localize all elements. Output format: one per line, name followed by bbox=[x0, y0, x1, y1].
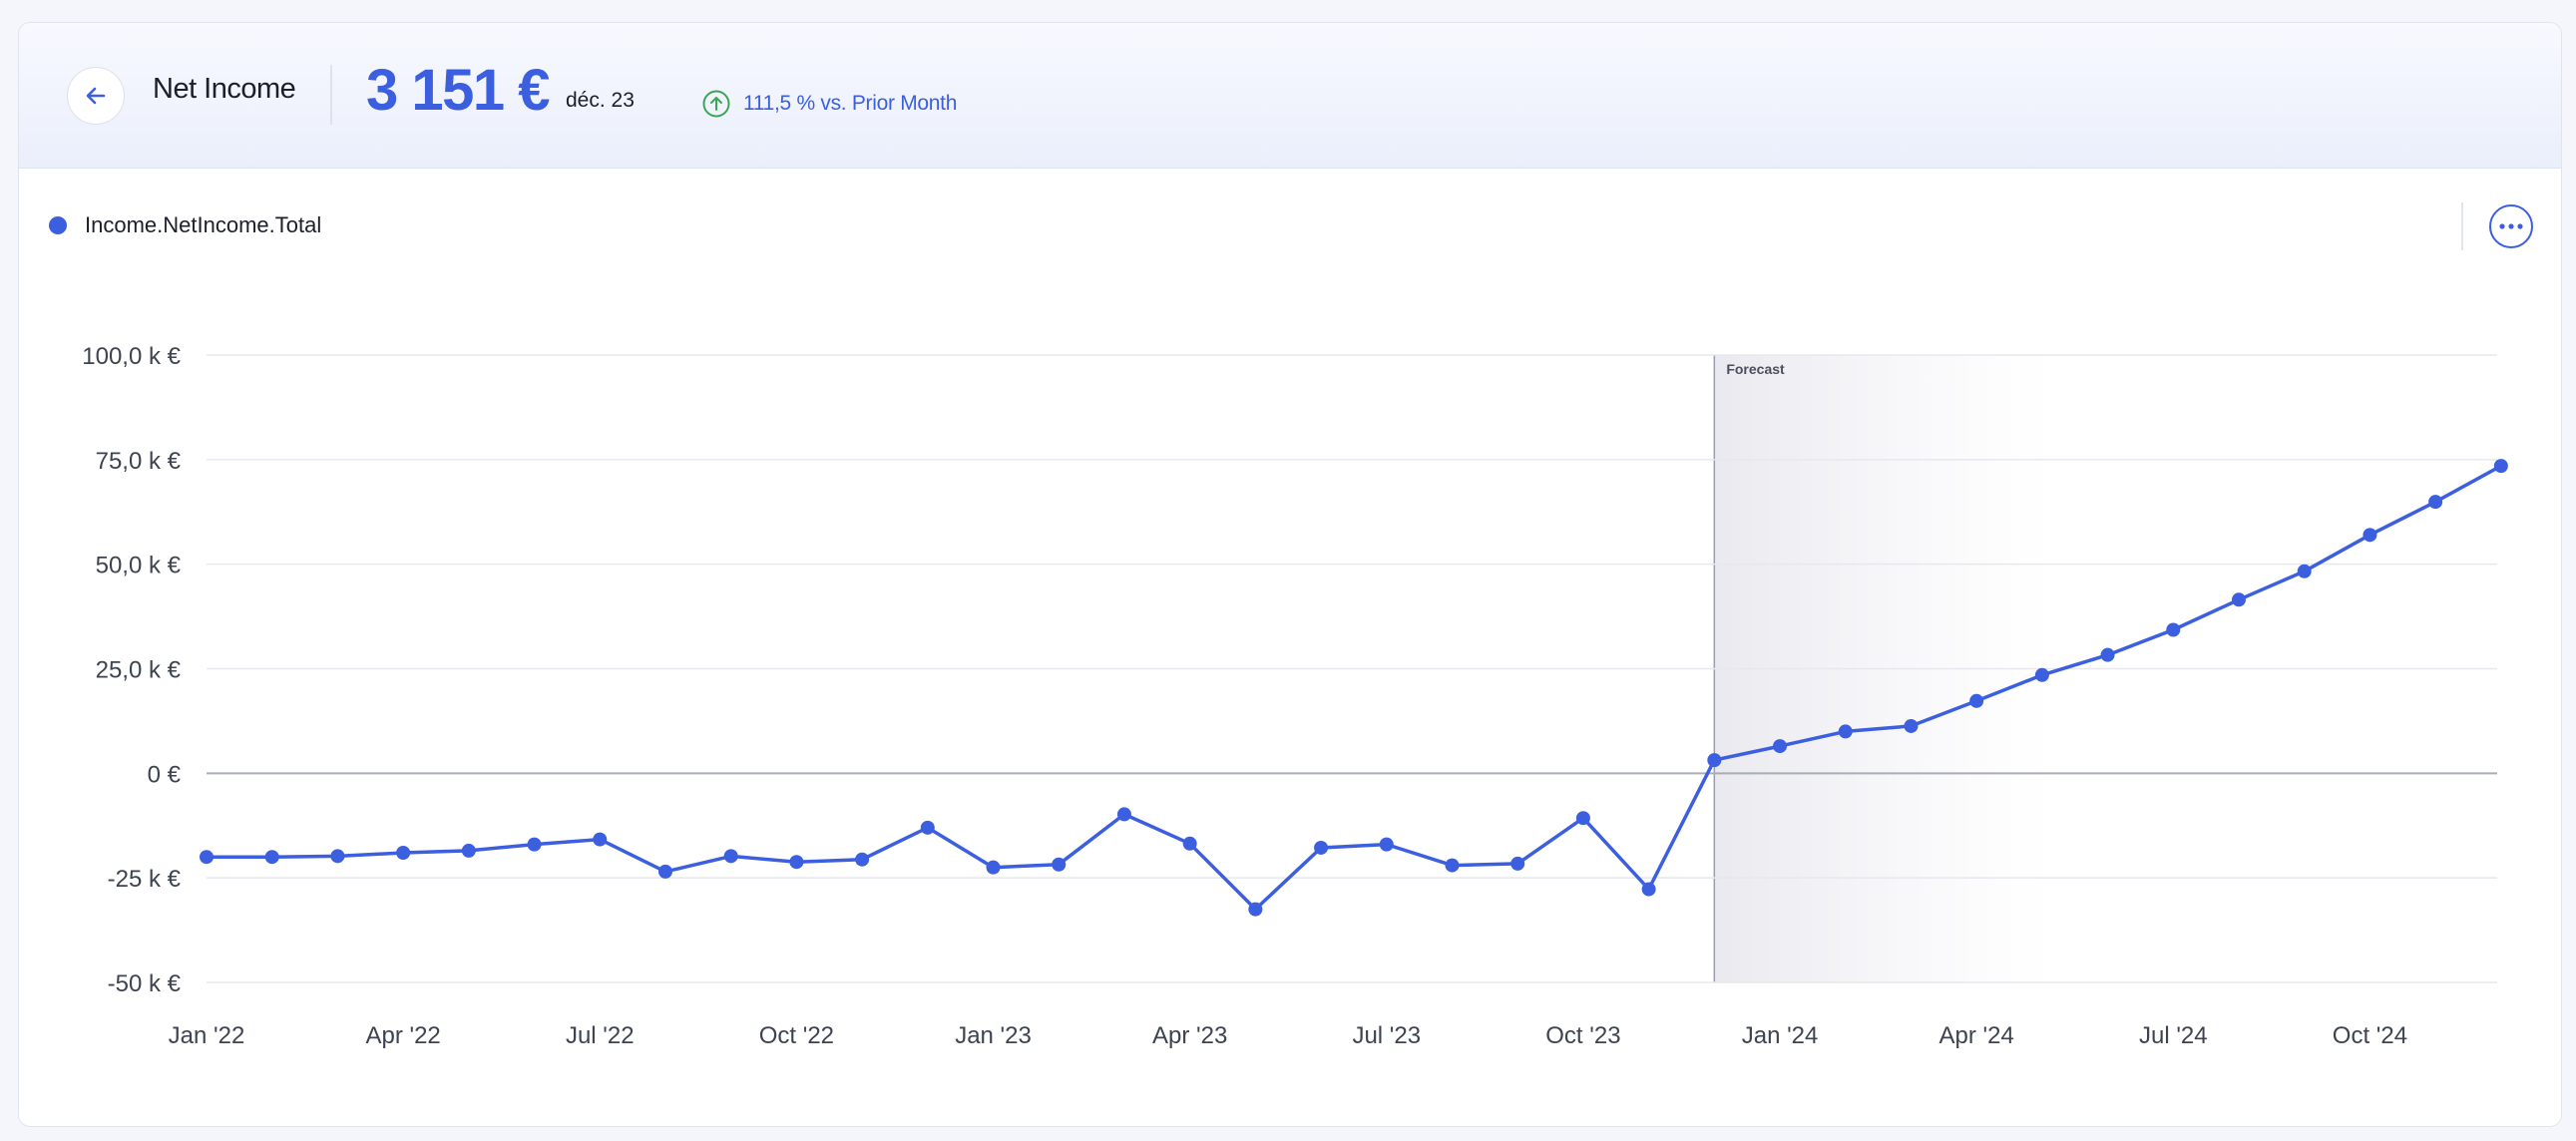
data-point bbox=[1707, 753, 1722, 768]
series-line bbox=[207, 464, 2502, 912]
data-point bbox=[1182, 836, 1197, 851]
x-tick-label: Oct '24 bbox=[2333, 1022, 2407, 1049]
data-point bbox=[1838, 724, 1853, 739]
data-point bbox=[2166, 622, 2181, 637]
data-point bbox=[1575, 811, 1590, 826]
data-point bbox=[1773, 739, 1788, 754]
y-tick-label: -50 k € bbox=[108, 970, 182, 997]
data-point bbox=[2034, 667, 2049, 682]
data-point bbox=[461, 843, 476, 858]
data-point bbox=[855, 852, 870, 867]
data-point bbox=[986, 860, 1001, 875]
data-point bbox=[330, 849, 345, 864]
data-point bbox=[1052, 857, 1067, 872]
x-tick-label: Jul '23 bbox=[1352, 1022, 1421, 1049]
data-point bbox=[2100, 647, 2115, 662]
data-point bbox=[396, 846, 411, 861]
data-point bbox=[1969, 693, 1984, 708]
x-tick-label: Apr '22 bbox=[365, 1022, 440, 1049]
x-tick-label: Jan '24 bbox=[1742, 1022, 1819, 1049]
data-point bbox=[2297, 564, 2312, 578]
data-point bbox=[2232, 592, 2247, 607]
net-income-card: Net Income 3 151 € déc. 23 111,5 % vs. P… bbox=[18, 22, 2562, 1127]
data-point bbox=[1510, 856, 1525, 871]
net-income-line-chart: Forecast 100,0 k € 75,0 k € 50,0 k € 25,0 k… bbox=[82, 343, 2508, 1049]
x-tick-label: Oct '22 bbox=[759, 1022, 834, 1049]
x-tick-label: Jul '22 bbox=[566, 1022, 635, 1049]
x-tick-label: Jan '22 bbox=[169, 1022, 245, 1049]
data-point bbox=[527, 837, 542, 852]
data-point bbox=[789, 855, 804, 870]
x-tick-label: Apr '23 bbox=[1152, 1022, 1227, 1049]
y-tick-label: -25 k € bbox=[108, 866, 182, 893]
data-point bbox=[920, 820, 935, 835]
data-point bbox=[1641, 882, 1656, 897]
data-point bbox=[1248, 902, 1263, 917]
data-point bbox=[200, 850, 214, 865]
data-point bbox=[593, 832, 608, 847]
x-tick-label: Jan '23 bbox=[955, 1022, 1032, 1049]
data-point bbox=[264, 850, 279, 865]
data-point bbox=[1904, 718, 1919, 733]
y-tick-label: 100,0 k € bbox=[82, 343, 181, 370]
data-point bbox=[1445, 858, 1460, 873]
y-tick-label: 25,0 k € bbox=[96, 657, 182, 684]
x-tick-label: Apr '24 bbox=[1939, 1022, 2014, 1049]
data-point bbox=[723, 849, 738, 864]
data-point bbox=[1379, 837, 1394, 852]
data-point bbox=[657, 864, 672, 879]
data-point bbox=[2428, 495, 2443, 510]
data-point bbox=[1116, 807, 1131, 822]
x-tick-label: Oct '23 bbox=[1545, 1022, 1620, 1049]
x-tick-label: Jul '24 bbox=[2139, 1022, 2208, 1049]
data-point bbox=[1314, 840, 1329, 855]
y-tick-label: 0 € bbox=[148, 761, 182, 788]
forecast-label: Forecast bbox=[1726, 361, 1785, 377]
y-tick-label: 75,0 k € bbox=[96, 448, 182, 475]
data-point bbox=[2362, 528, 2377, 543]
y-tick-label: 50,0 k € bbox=[96, 553, 182, 579]
data-point bbox=[2493, 459, 2508, 474]
